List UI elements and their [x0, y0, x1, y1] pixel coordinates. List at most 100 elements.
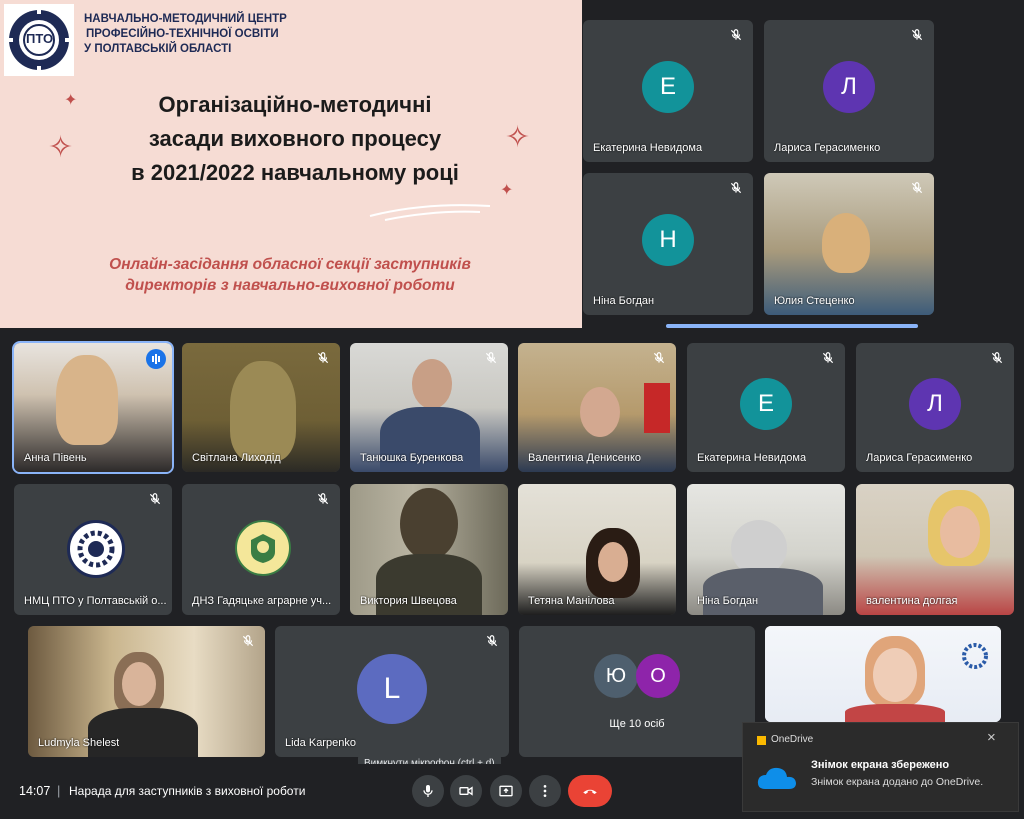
bookshelf: [644, 383, 670, 433]
present-screen-icon: [499, 785, 513, 797]
avatar: O: [636, 654, 680, 698]
participant-tile[interactable]: Тетяна Манілова: [518, 484, 676, 615]
notification-title: Знімок екрана збережено: [811, 759, 950, 771]
title-line: Організаційно-методичні: [158, 92, 432, 117]
person-face: [122, 662, 156, 706]
camera-button[interactable]: [450, 775, 482, 807]
notification-app: OneDrive: [771, 734, 814, 745]
mic-off-icon: [317, 493, 329, 505]
avatar: Е: [642, 61, 694, 113]
present-screen-button[interactable]: [490, 775, 522, 807]
mic-off-icon: [730, 29, 742, 41]
mic-off-icon: [485, 352, 497, 364]
person-face: [873, 648, 917, 702]
mic-off-icon: [730, 182, 742, 194]
participant-name: валентина долгая: [866, 595, 958, 607]
participant-tile[interactable]: Е Екатерина Невидома: [687, 343, 845, 472]
participant-name: Танюшка Буренкова: [360, 452, 464, 464]
mic-off-icon: [911, 182, 923, 194]
mic-off-icon: [822, 352, 834, 364]
avatar: Л: [909, 377, 961, 430]
person-face: [940, 506, 980, 558]
participant-name: Світлана Лиходід: [192, 452, 281, 464]
participant-tile[interactable]: Валентина Денисенко: [518, 343, 676, 472]
camera-icon: [459, 786, 473, 796]
participant-tile[interactable]: Н Ніна Богдан: [583, 173, 753, 315]
organization-logo-icon: [67, 519, 125, 578]
participant-tile[interactable]: НМЦ ПТО у Полтавській о...: [14, 484, 172, 615]
notification-body: Знімок екрана додано до OneDrive.: [811, 776, 984, 788]
person-face: [598, 542, 628, 582]
participant-name: Тетяна Манілова: [528, 595, 615, 607]
person-body: [703, 568, 823, 615]
participant-name: Валентина Денисенко: [528, 452, 642, 464]
person-silhouette: [580, 387, 620, 437]
participant-tile[interactable]: Анна Півень: [12, 341, 174, 474]
participant-name: Лариса Герасименко: [774, 142, 881, 154]
participant-name: Анна Півень: [24, 452, 87, 464]
presentation-slide: ПТО НАВЧАЛЬНО-МЕТОДИЧНИЙ ЦЕНТР ПРОФЕСІЙН…: [0, 0, 582, 328]
participant-tile[interactable]: Е Екатерина Невидома: [583, 20, 753, 162]
decorative-stroke: [369, 204, 491, 221]
organization-logo-icon: [962, 643, 988, 669]
title-line: засади виховного процесу: [148, 126, 442, 151]
participant-name: Lida Karpenko: [285, 737, 356, 749]
participant-tile[interactable]: Виктория Швецова: [350, 484, 508, 615]
participant-name: Екатерина Невидома: [697, 452, 807, 464]
close-icon[interactable]: ×: [987, 729, 996, 746]
participant-tile[interactable]: Юлия Стеценко: [764, 173, 934, 315]
mic-off-icon: [149, 493, 161, 505]
participant-tile[interactable]: Світлана Лиходід: [182, 343, 340, 472]
school-emblem-icon: [235, 519, 291, 576]
onedrive-notification[interactable]: OneDrive × Знімок екрана збережено Знімо…: [742, 722, 1019, 812]
participant-tile[interactable]: ДНЗ Гадяцьке аграрне уч...: [182, 484, 340, 615]
participant-tile[interactable]: валентина долгая: [856, 484, 1014, 615]
more-participants-label: Ще 10 осіб: [609, 718, 665, 730]
participant-name: Екатерина Невидома: [593, 142, 703, 154]
speaking-indicator-icon: [146, 349, 166, 369]
onedrive-cloud-icon: [757, 767, 796, 789]
participant-tile[interactable]: Ludmyla Shelest: [28, 626, 265, 757]
avatar: Ю: [594, 654, 638, 698]
participant-tile[interactable]: L Lida Karpenko: [275, 626, 509, 757]
more-vert-icon: [543, 785, 547, 797]
more-options-button[interactable]: [529, 775, 561, 807]
mic-off-icon: [911, 29, 923, 41]
org-line: НАВЧАЛЬНО-МЕТОДИЧНИЙ ЦЕНТР: [84, 13, 287, 25]
logo-text: ПТО: [26, 31, 54, 46]
leave-call-button[interactable]: [568, 775, 612, 807]
subtitle-line: Онлайн-засідання обласної секції заступн…: [109, 256, 471, 273]
mic-off-icon: [486, 635, 498, 647]
participant-tile[interactable]: Ніна Богдан: [687, 484, 845, 615]
participant-name: Ніна Богдан: [697, 595, 759, 607]
participant-name: Юлия Стеценко: [774, 295, 855, 307]
participant-tile[interactable]: Танюшка Буренкова: [350, 343, 508, 472]
hang-up-icon: [583, 789, 597, 794]
title-line: в 2021/2022 навчальному році: [131, 160, 459, 185]
person-silhouette: [400, 488, 458, 560]
scroll-indicator: [666, 324, 918, 328]
person-silhouette: [56, 355, 118, 445]
slide-title: Організаційно-методичні засади виховного…: [60, 88, 530, 190]
person-body: [845, 704, 945, 722]
mic-off-icon: [242, 635, 254, 647]
avatar: Н: [642, 214, 694, 266]
microphone-icon: [423, 785, 433, 797]
more-participants-tile[interactable]: Ю O Ще 10 осіб: [519, 626, 755, 757]
participant-name: Ніна Богдан: [593, 295, 655, 307]
participant-name: Лариса Герасименко: [866, 452, 973, 464]
participant-tile[interactable]: [765, 626, 1001, 722]
org-line: У ПОЛТАВСЬКІЙ ОБЛАСТІ: [84, 43, 232, 55]
mic-off-icon: [653, 352, 665, 364]
person-silhouette: [412, 359, 452, 409]
meeting-title: Нарада для заступників з виховної роботи: [69, 784, 306, 798]
person-silhouette: [230, 361, 296, 461]
organization-logo: ПТО: [4, 4, 74, 76]
participant-tile[interactable]: Л Лариса Герасименко: [764, 20, 934, 162]
mic-off-icon: [317, 352, 329, 364]
subtitle-line: директорів з навчально-виховної роботи: [125, 277, 455, 294]
separator: |: [57, 783, 61, 798]
microphone-button[interactable]: [412, 775, 444, 807]
participant-name: ДНЗ Гадяцьке аграрне уч...: [192, 595, 332, 607]
participant-tile[interactable]: Л Лариса Герасименко: [856, 343, 1014, 472]
